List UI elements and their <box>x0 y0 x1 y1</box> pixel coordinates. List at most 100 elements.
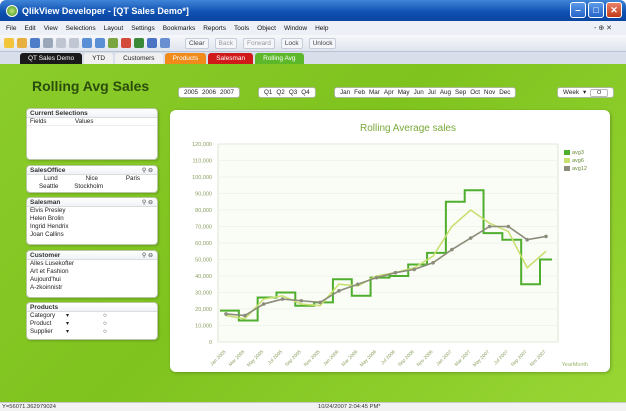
back-button[interactable]: Back <box>214 37 237 49</box>
menu-window[interactable]: Window <box>284 25 307 32</box>
series-point-avg12 <box>431 261 435 265</box>
new-icon[interactable] <box>4 38 14 48</box>
legend-label-avg6: avg6 <box>572 158 584 164</box>
month-sep[interactable]: Sep <box>455 89 466 96</box>
menu-view[interactable]: View <box>44 25 58 32</box>
chevron-down-icon[interactable]: ▾ <box>583 89 586 96</box>
month-apr[interactable]: Apr <box>384 89 394 96</box>
list-item[interactable]: Aujourd'hui <box>27 276 157 284</box>
product-label: Product <box>30 320 52 327</box>
year-2005[interactable]: 2005 <box>184 89 198 96</box>
chevron-down-icon[interactable]: ▾ <box>66 328 69 335</box>
help-icon[interactable] <box>160 38 170 48</box>
list-item[interactable]: Joan Callins <box>27 231 157 239</box>
unlock-button[interactable]: Unlock <box>308 37 337 49</box>
tab-products[interactable]: Products <box>164 53 207 64</box>
save-icon[interactable] <box>30 38 40 48</box>
tab-salesman[interactable]: Salesman <box>208 53 254 64</box>
tab-ytd[interactable]: YTD <box>84 53 114 64</box>
month-oct[interactable]: Oct <box>470 89 480 96</box>
list-item[interactable]: Art et Fashion <box>27 268 157 276</box>
rolling-average-chart[interactable]: Rolling Average sales 0 10,000 20,000 30,000… <box>170 110 610 372</box>
month-mar[interactable]: Mar <box>369 89 380 96</box>
week-filter[interactable]: Week ▾ O <box>557 87 615 98</box>
category-search-icon[interactable]: ○ <box>103 312 107 319</box>
x-tick-label: Sep 2005 <box>284 349 303 368</box>
table-icon[interactable] <box>134 38 144 48</box>
office-lund[interactable]: Lund <box>44 175 58 182</box>
month-jan[interactable]: Jan <box>340 89 350 96</box>
forward-button[interactable]: Forward <box>243 37 275 49</box>
month-may[interactable]: May <box>398 89 410 96</box>
menu-settings[interactable]: Settings <box>131 25 155 32</box>
menu-layout[interactable]: Layout <box>104 25 124 32</box>
month-aug[interactable]: Aug <box>440 89 451 96</box>
quarter-q3[interactable]: Q3 <box>289 89 297 96</box>
tab-qt-sales-demo[interactable]: QT Sales Demo <box>20 53 83 64</box>
list-item[interactable]: Helen Brolin <box>27 215 157 223</box>
menu-selections[interactable]: Selections <box>66 25 96 32</box>
y-tick-label: 10,000 <box>195 324 212 330</box>
close-button[interactable]: ✕ <box>606 2 622 18</box>
clear-button[interactable]: Clear <box>185 37 209 49</box>
undo-icon[interactable] <box>82 38 92 48</box>
products-title: Products <box>27 303 157 312</box>
menu-edit[interactable]: Edit <box>24 25 35 32</box>
sheet-tabs: QT Sales Demo YTD Customers Products Sal… <box>0 52 626 64</box>
menu-bookmarks[interactable]: Bookmarks <box>163 25 196 32</box>
redo-icon[interactable] <box>95 38 105 48</box>
supplier-search-icon[interactable]: ○ <box>103 328 107 335</box>
lock-button[interactable]: Lock <box>280 37 303 49</box>
quarter-q1[interactable]: Q1 <box>264 89 272 96</box>
menu-tools[interactable]: Tools <box>234 25 249 32</box>
x-tick-label: Nov 2007 <box>529 349 548 368</box>
office-nice[interactable]: Nice <box>86 175 98 182</box>
list-item[interactable]: Alles Lusekofter <box>27 260 157 268</box>
properties-icon[interactable] <box>147 38 157 48</box>
maximize-button[interactable]: □ <box>588 2 604 18</box>
copy-icon[interactable] <box>69 38 79 48</box>
quarter-q2[interactable]: Q2 <box>276 89 284 96</box>
month-feb[interactable]: Feb <box>354 89 365 96</box>
search-icon[interactable]: ⚲ ⊖ <box>142 167 153 174</box>
month-jun[interactable]: Jun <box>414 89 424 96</box>
list-item[interactable]: Elvis Presley <box>27 207 157 215</box>
products-multibox: Products Category ▾ ○ Product ▾ ○ Supplier ▾ ○ <box>26 302 158 340</box>
search-icon[interactable]: ⚲ ⊖ <box>142 199 153 206</box>
quarter-q4[interactable]: Q4 <box>301 89 309 96</box>
chevron-down-icon[interactable]: ▾ <box>66 320 69 327</box>
list-item[interactable]: Ingrid Hendrix <box>27 223 157 231</box>
chevron-down-icon[interactable]: ▾ <box>66 312 69 319</box>
search-icon[interactable]: ⚲ ⊖ <box>142 252 153 259</box>
reload-icon[interactable] <box>108 38 118 48</box>
menu-object[interactable]: Object <box>257 25 276 32</box>
open-icon[interactable] <box>17 38 27 48</box>
current-selections-title: Current Selections <box>27 109 157 118</box>
year-2007[interactable]: 2007 <box>220 89 234 96</box>
tab-rolling-avg[interactable]: Rolling Avg <box>255 53 304 64</box>
status-bar: Y=56071.362979024 10/24/2007 2:04:45 PM* <box>0 402 626 411</box>
year-2006[interactable]: 2006 <box>202 89 216 96</box>
tab-customers[interactable]: Customers <box>115 53 163 64</box>
menu-reports[interactable]: Reports <box>203 25 226 32</box>
office-stockholm[interactable]: Stockholm <box>74 183 103 190</box>
menu-file[interactable]: File <box>6 25 16 32</box>
month-nov[interactable]: Nov <box>484 89 495 96</box>
product-search-icon[interactable]: ○ <box>103 320 107 327</box>
menu-help[interactable]: Help <box>315 25 328 32</box>
chart-icon[interactable] <box>121 38 131 48</box>
qlikview-app-icon <box>6 4 18 17</box>
print-icon[interactable] <box>43 38 53 48</box>
week-search-input[interactable]: O <box>590 88 609 97</box>
values-column-header: Values <box>75 118 94 125</box>
office-seattle[interactable]: Seattle <box>39 183 58 190</box>
month-jul[interactable]: Jul <box>428 89 436 96</box>
document-window-controls[interactable]: - ⊕ ✕ <box>594 24 612 32</box>
month-dec[interactable]: Dec <box>499 89 510 96</box>
x-tick-label: Jan 2007 <box>435 349 453 367</box>
minimize-button[interactable]: ‒ <box>570 2 586 18</box>
office-paris[interactable]: Paris <box>126 175 140 182</box>
cut-icon[interactable] <box>56 38 66 48</box>
current-selections-box: Current Selections Fields Values <box>26 108 158 160</box>
list-item[interactable]: A-zkoinnistr <box>27 284 157 292</box>
